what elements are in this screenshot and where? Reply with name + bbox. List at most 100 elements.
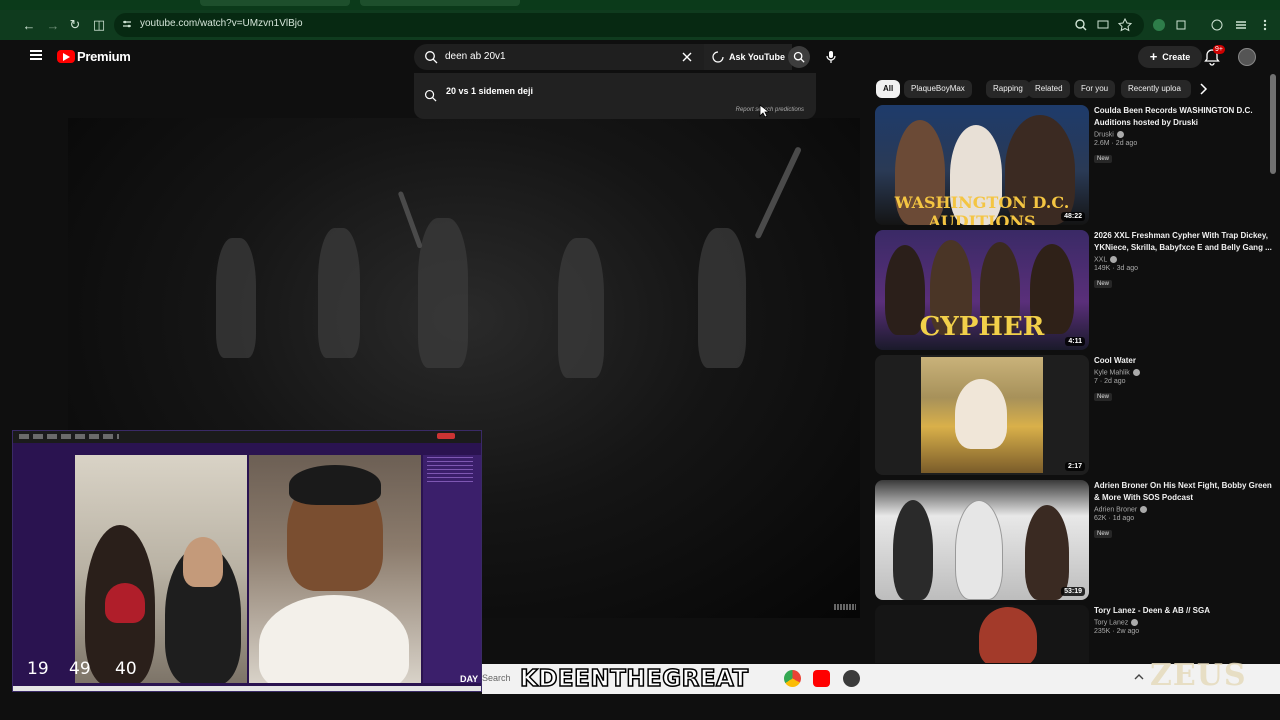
- thumbnail-figure: [1025, 505, 1069, 600]
- ask-sparkle-icon: [712, 51, 724, 63]
- verified-icon: [1116, 131, 1124, 138]
- profile-icon[interactable]: [1210, 18, 1224, 32]
- video-frame-figure: [418, 218, 468, 368]
- video-frame-figure: [558, 238, 604, 378]
- webcam-face: [183, 537, 223, 587]
- cast-icon[interactable]: [1096, 18, 1110, 32]
- video-thumbnail[interactable]: WASHINGTON D.C. AUDITIONS 48:22: [875, 105, 1089, 225]
- chevron-up-icon[interactable]: [1134, 672, 1144, 682]
- new-badge: New: [1094, 155, 1113, 164]
- chip-plaqueboymax[interactable]: PlaqueBoyMax: [904, 80, 972, 98]
- create-button[interactable]: + Create: [1138, 46, 1202, 68]
- chrome-icon[interactable]: [784, 670, 801, 687]
- suggestion-item[interactable]: 20 vs 1 sidemen deji: [414, 77, 816, 103]
- video-thumbnail[interactable]: 53:19: [875, 480, 1089, 600]
- obs-icon[interactable]: [843, 670, 860, 687]
- album-art: [921, 357, 1043, 473]
- verified-icon: [1131, 619, 1139, 626]
- recommendation-item[interactable]: WASHINGTON D.C. AUDITIONS 48:22 Coulda B…: [875, 105, 1275, 227]
- chip-all[interactable]: All: [876, 80, 901, 98]
- verified-icon: [1140, 506, 1148, 513]
- chip-related[interactable]: Related: [1028, 80, 1070, 98]
- chip-recently-uploaded[interactable]: Recently uploa: [1121, 80, 1191, 98]
- overlay-browser-strip: [13, 431, 481, 443]
- recommendation-item[interactable]: 2:17 Cool Water Kyle Mahlik 7 · 2d ago N…: [875, 355, 1275, 477]
- report-predictions-link[interactable]: Report search predictions: [736, 107, 804, 113]
- browser-tab[interactable]: [360, 0, 520, 6]
- filter-chips-bar: All PlaqueBoyMax Rapping Related For you…: [876, 80, 1216, 100]
- view-count: 2.6M: [1094, 140, 1110, 148]
- site-info-icon[interactable]: [122, 19, 132, 29]
- video-title[interactable]: Coulda Been Records WASHINGTON D.C. Audi…: [1094, 105, 1274, 129]
- video-duration: 48:22: [1061, 212, 1085, 221]
- browser-toolbar: ← → ↻ ◫ youtube.com/watch?v=UMzvn1VlBjo: [0, 10, 1280, 40]
- video-thumbnail[interactable]: [875, 605, 1089, 663]
- video-thumbnail[interactable]: 2:17: [875, 355, 1089, 475]
- view-count: 62K: [1094, 515, 1107, 523]
- channel-name[interactable]: Adrien Broner: [1094, 506, 1137, 513]
- channel-name[interactable]: XXL: [1094, 256, 1107, 263]
- webcam-feed-left: [75, 455, 247, 683]
- webcam-shirt: [259, 595, 409, 683]
- video-title[interactable]: Cool Water: [1094, 355, 1274, 367]
- url-text: youtube.com/watch?v=UMzvn1VlBjo: [140, 18, 303, 29]
- voice-search-button[interactable]: [820, 46, 842, 68]
- overlay-chat-panel: [423, 455, 481, 683]
- upload-age: 2w ago: [1116, 628, 1140, 636]
- counter-value: 49: [69, 659, 91, 679]
- menu-icon[interactable]: [1234, 18, 1248, 32]
- hamburger-menu-icon[interactable]: [30, 50, 42, 60]
- player-controls-icon[interactable]: [834, 604, 856, 610]
- ask-youtube-button[interactable]: Ask YouTube: [704, 44, 792, 70]
- channel-name[interactable]: Kyle Mahlik: [1094, 369, 1130, 376]
- kebab-menu-icon[interactable]: [1258, 18, 1272, 32]
- page-scrollbar[interactable]: [1270, 74, 1276, 174]
- search-submit-button[interactable]: [788, 46, 810, 68]
- new-badge: New: [1094, 393, 1113, 402]
- back-icon[interactable]: ←: [18, 14, 40, 36]
- puzzle-icon[interactable]: [1174, 18, 1188, 32]
- plus-icon: +: [1149, 49, 1158, 64]
- channel-name[interactable]: Druski: [1094, 131, 1114, 138]
- youtube-logo-icon[interactable]: [57, 50, 75, 63]
- video-title[interactable]: 2026 XXL Freshman Cypher With Trap Dicke…: [1094, 230, 1274, 254]
- notification-count-badge: 9+: [1213, 45, 1225, 54]
- chevron-right-icon[interactable]: [1196, 82, 1210, 96]
- video-title[interactable]: Adrien Broner On His Next Fight, Bobby G…: [1094, 480, 1274, 504]
- recommendation-item[interactable]: CYPHER 4:11 2026 XXL Freshman Cypher Wit…: [875, 230, 1275, 352]
- channel-name[interactable]: Tory Lanez: [1094, 619, 1128, 626]
- streamer-name-banner: KDEENTHEGREAT: [519, 665, 749, 693]
- recommendation-item[interactable]: 53:19 Adrien Broner On His Next Fight, B…: [875, 480, 1275, 602]
- search-input[interactable]: deen ab 20v1: [414, 44, 704, 70]
- verified-icon: [1110, 256, 1118, 263]
- thumbnail-figure: [955, 500, 1003, 600]
- video-frame-figure: [318, 228, 360, 358]
- clear-search-icon[interactable]: [680, 50, 694, 64]
- account-avatar[interactable]: [1238, 48, 1256, 66]
- taskbar-search[interactable]: Search: [482, 673, 511, 683]
- zeus-watermark: ZEUS: [1150, 658, 1247, 693]
- chip-for-you[interactable]: For you: [1074, 80, 1116, 98]
- reload-icon[interactable]: ↻: [64, 14, 86, 36]
- upload-age: 2d ago: [1104, 378, 1126, 386]
- youtube-app-icon[interactable]: [813, 670, 830, 687]
- new-badge: New: [1094, 280, 1113, 289]
- premium-logo-text[interactable]: Premium: [77, 49, 131, 64]
- chip-rapping[interactable]: Rapping: [986, 80, 1030, 98]
- forward-icon[interactable]: →: [42, 14, 64, 36]
- search-icon: [793, 51, 805, 63]
- sidebar-icon[interactable]: ◫: [88, 14, 110, 36]
- stream-webcam-overlay: 19 49 40 DAY: [12, 430, 482, 692]
- zoom-icon[interactable]: [1074, 18, 1088, 32]
- address-bar[interactable]: youtube.com/watch?v=UMzvn1VlBjo: [114, 13, 1144, 37]
- browser-tab[interactable]: [200, 0, 350, 6]
- video-title[interactable]: Tory Lanez - Deen & AB // SGA: [1094, 605, 1274, 617]
- video-frame-arm: [754, 146, 802, 240]
- thumbnail-figure: [955, 379, 1007, 449]
- youtube-header: Premium deen ab 20v1 Ask YouTube + Creat…: [12, 40, 1280, 74]
- extension-icon[interactable]: [1152, 18, 1166, 32]
- video-thumbnail[interactable]: CYPHER 4:11: [875, 230, 1089, 350]
- bookmark-star-icon[interactable]: [1118, 18, 1132, 32]
- suggestion-text: 20 vs 1 sidemen deji: [446, 86, 534, 96]
- recommendation-item[interactable]: Tory Lanez - Deen & AB // SGA Tory Lanez…: [875, 605, 1275, 663]
